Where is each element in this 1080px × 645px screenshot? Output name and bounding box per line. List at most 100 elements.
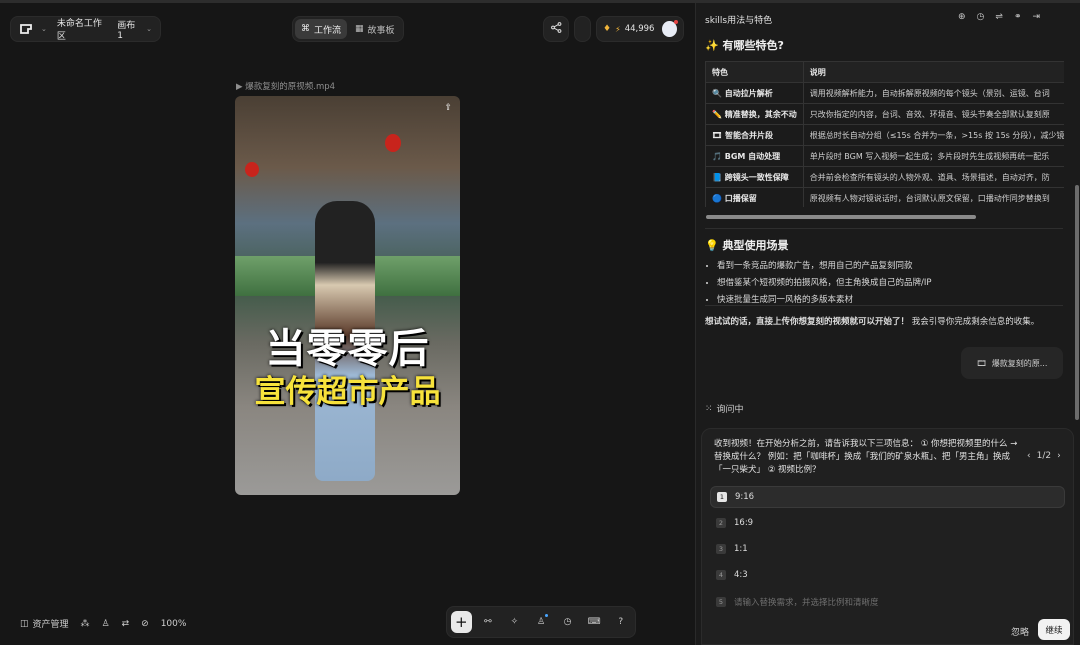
canvas-name[interactable]: 画布 1 xyxy=(117,18,140,41)
question-text: 收到视频！在开始分析之前，请告诉我以下三项信息： ① 你想把视频里的什么 → 替… xyxy=(714,439,1018,475)
option-number: 5 xyxy=(716,597,726,607)
option-9-16[interactable]: 1 9:16 xyxy=(710,486,1065,508)
workflow-button[interactable]: ⚯ xyxy=(478,611,499,633)
assets-button[interactable]: ◫ 资产管理 xyxy=(20,617,69,631)
feature-desc: 合并前会检查所有镜头的人物外观、道具、场景描述，自动对齐，防 xyxy=(802,166,1064,188)
help-button[interactable]: ? xyxy=(610,611,631,633)
workspace-selector[interactable]: ⌄ 未命名工作区 画布 1 ⌄ xyxy=(10,16,161,42)
grid-icon[interactable]: ⁂ xyxy=(81,619,90,629)
credits-display[interactable]: ♦ ⚡ 44,996 xyxy=(596,16,684,42)
table-header: 特色 xyxy=(705,61,804,83)
option-number: 1 xyxy=(717,492,727,502)
loading-icon: ⁙ xyxy=(705,403,713,414)
upload-icon[interactable]: ⇪ xyxy=(444,103,452,113)
zoom-level[interactable]: 100% xyxy=(161,619,187,629)
video-caption-sub: 宣传超市产品 xyxy=(254,374,441,410)
lantern-decoration xyxy=(245,162,259,177)
panel-actions: ⊕ ◷ ⇌ ⚭ ⇥ xyxy=(958,12,1040,22)
notification-dot xyxy=(674,20,678,24)
option-1-1[interactable]: 3 1:1 xyxy=(710,538,1065,560)
video-node-label[interactable]: ▶ 爆款复刻的原视频.mp4 xyxy=(236,80,335,92)
feature-desc: 原视频有人物对镜说话时，台词默认原文保留，口播动作同步替换到 xyxy=(802,187,1064,207)
tab-label: 故事板 xyxy=(367,25,395,36)
clock-icon: ◷ xyxy=(563,617,572,627)
placeholder-button[interactable] xyxy=(574,16,591,42)
keyboard-button[interactable]: ⌨ xyxy=(584,611,605,633)
lantern-decoration xyxy=(385,134,401,152)
list-item: 看到一条竞品的爆款广告，想用自己的产品复刻同款 xyxy=(717,259,1065,271)
panel-vertical-scrollbar[interactable] xyxy=(1075,185,1079,420)
feature-desc: 根据总时长自动分组（≤15s 合并为一条，>15s 按 15s 分段），减少镜 xyxy=(802,124,1064,146)
share-icon xyxy=(550,22,562,36)
feature-name: 跨镜头一致性保障 xyxy=(724,172,789,182)
table-header: 说明 xyxy=(802,61,1064,83)
sidebar-icon: ◫ xyxy=(20,618,29,629)
history-icon[interactable]: ◷ xyxy=(977,12,985,22)
lightning-icon: ⚡ xyxy=(615,24,621,34)
status-text: 询问中 xyxy=(716,405,744,415)
feature-desc: 单片段时 BGM 写入视频一起生成；多片段时先生成视频再统一配乐 xyxy=(802,145,1064,167)
speech-icon: 🔵 xyxy=(712,193,722,203)
table-row: ✏️ 精准替换，其余不动 只改你指定的内容，台词、音效、环境音、镜头节奏全部默认… xyxy=(705,103,1064,125)
chevron-right-icon[interactable]: › xyxy=(1057,451,1061,461)
feature-desc: 只改你指定的内容，台词、音效、环境音、镜头节奏全部默认复刻原 xyxy=(802,103,1064,125)
add-button[interactable]: + xyxy=(451,611,472,633)
app-logo-icon xyxy=(19,23,35,35)
music-icon: 🎵 xyxy=(712,151,722,161)
tab-workflow[interactable]: ⌘ 工作流 xyxy=(295,19,348,39)
feature-desc: 调用视频解析能力，自动拆解原视频的每个镜头（景别、运镜、台词 xyxy=(802,82,1064,104)
sparkle-button[interactable]: ✧ xyxy=(504,611,525,633)
option-16-9[interactable]: 2 16:9 xyxy=(710,512,1065,534)
credits-value: 44,996 xyxy=(624,24,655,34)
continue-button[interactable]: 继续 xyxy=(1038,619,1070,640)
workspace-name[interactable]: 未命名工作区 xyxy=(57,16,103,42)
magnifier-icon: 🔍 xyxy=(712,88,722,98)
nodes-icon: ⚯ xyxy=(484,617,492,627)
custom-input-option[interactable]: 5 请输入替换需求，并选择比例和清晰度 xyxy=(710,591,1065,613)
option-4-3[interactable]: 4 4:3 xyxy=(710,564,1065,586)
status-indicator: ⁙ 询问中 xyxy=(705,402,744,416)
share-button[interactable] xyxy=(543,16,569,42)
add-chat-icon[interactable]: ⊕ xyxy=(958,12,966,22)
bottom-left-toolbar: ◫ 资产管理 ⁂ ♙ ⇄ ⊘ 100% xyxy=(20,617,187,631)
attachment-chip[interactable]: 🎞 爆款复刻的原... xyxy=(961,347,1063,379)
tab-storyboard[interactable]: ▦ 故事板 xyxy=(349,19,401,39)
attachment-name: 爆款复刻的原... xyxy=(991,358,1048,368)
view-tabs: ⌘ 工作流 ▦ 故事板 xyxy=(292,16,404,42)
question-pager: ‹ 1/2 › xyxy=(1027,451,1061,461)
character-button[interactable]: ♙ xyxy=(531,611,552,633)
scenarios-list: 看到一条竞品的爆款广告，想用自己的产品复刻同款 想借鉴某个短视频的拍摄风格，但主… xyxy=(705,259,1065,310)
collapse-panel-icon[interactable]: ⇥ xyxy=(1033,12,1041,22)
divider xyxy=(705,228,1063,229)
person-icon[interactable]: ♙ xyxy=(102,619,110,629)
divider xyxy=(705,305,1063,306)
ignore-button[interactable]: 忽略 xyxy=(1011,625,1029,638)
chevron-left-icon[interactable]: ‹ xyxy=(1027,451,1031,461)
table-row: 🎵 BGM 自动处理 单片段时 BGM 写入视频一起生成；多片段时先生成视频再统… xyxy=(705,145,1064,167)
option-label: 4:3 xyxy=(734,570,748,580)
tab-label: 工作流 xyxy=(314,25,342,36)
diamond-icon: ♦ xyxy=(603,24,612,34)
link-icon[interactable]: ⚭ xyxy=(1014,12,1022,22)
video-file-icon: 🎞 xyxy=(976,358,987,368)
avatar[interactable] xyxy=(662,20,678,37)
feature-name: 智能合并片段 xyxy=(724,130,773,140)
table-row: 📘 跨镜头一致性保障 合并前会检查所有镜头的人物外观、道具、场景描述，自动对齐，… xyxy=(705,166,1064,188)
question-icon: ? xyxy=(618,617,624,627)
table-row: 🎞 智能合并片段 根据总时长自动分组（≤15s 合并为一条，>15s 按 15s… xyxy=(705,124,1064,146)
video-thumbnail[interactable]: ⇪ 当零零后 宣传超市产品 xyxy=(235,96,460,495)
link-icon[interactable]: ⊘ xyxy=(141,619,149,629)
feature-name: 口播保留 xyxy=(724,193,757,203)
custom-input-placeholder[interactable]: 请输入替换需求，并选择比例和清晰度 xyxy=(734,596,879,608)
chevron-down-icon: ⌄ xyxy=(146,25,152,33)
table-horizontal-scrollbar[interactable] xyxy=(706,215,976,219)
cta-bold: 想试试的话，直接上传你想复刻的视频就可以开始了！ xyxy=(705,317,910,327)
book-icon: 📘 xyxy=(712,172,722,182)
chevron-down-icon: ⌄ xyxy=(41,25,47,33)
shuffle-icon[interactable]: ⇄ xyxy=(122,619,130,629)
keyboard-icon: ⌨ xyxy=(587,617,601,627)
history-button[interactable]: ◷ xyxy=(557,611,578,633)
option-number: 4 xyxy=(716,570,726,580)
settings-icon[interactable]: ⇌ xyxy=(995,12,1003,22)
option-number: 2 xyxy=(716,518,726,528)
